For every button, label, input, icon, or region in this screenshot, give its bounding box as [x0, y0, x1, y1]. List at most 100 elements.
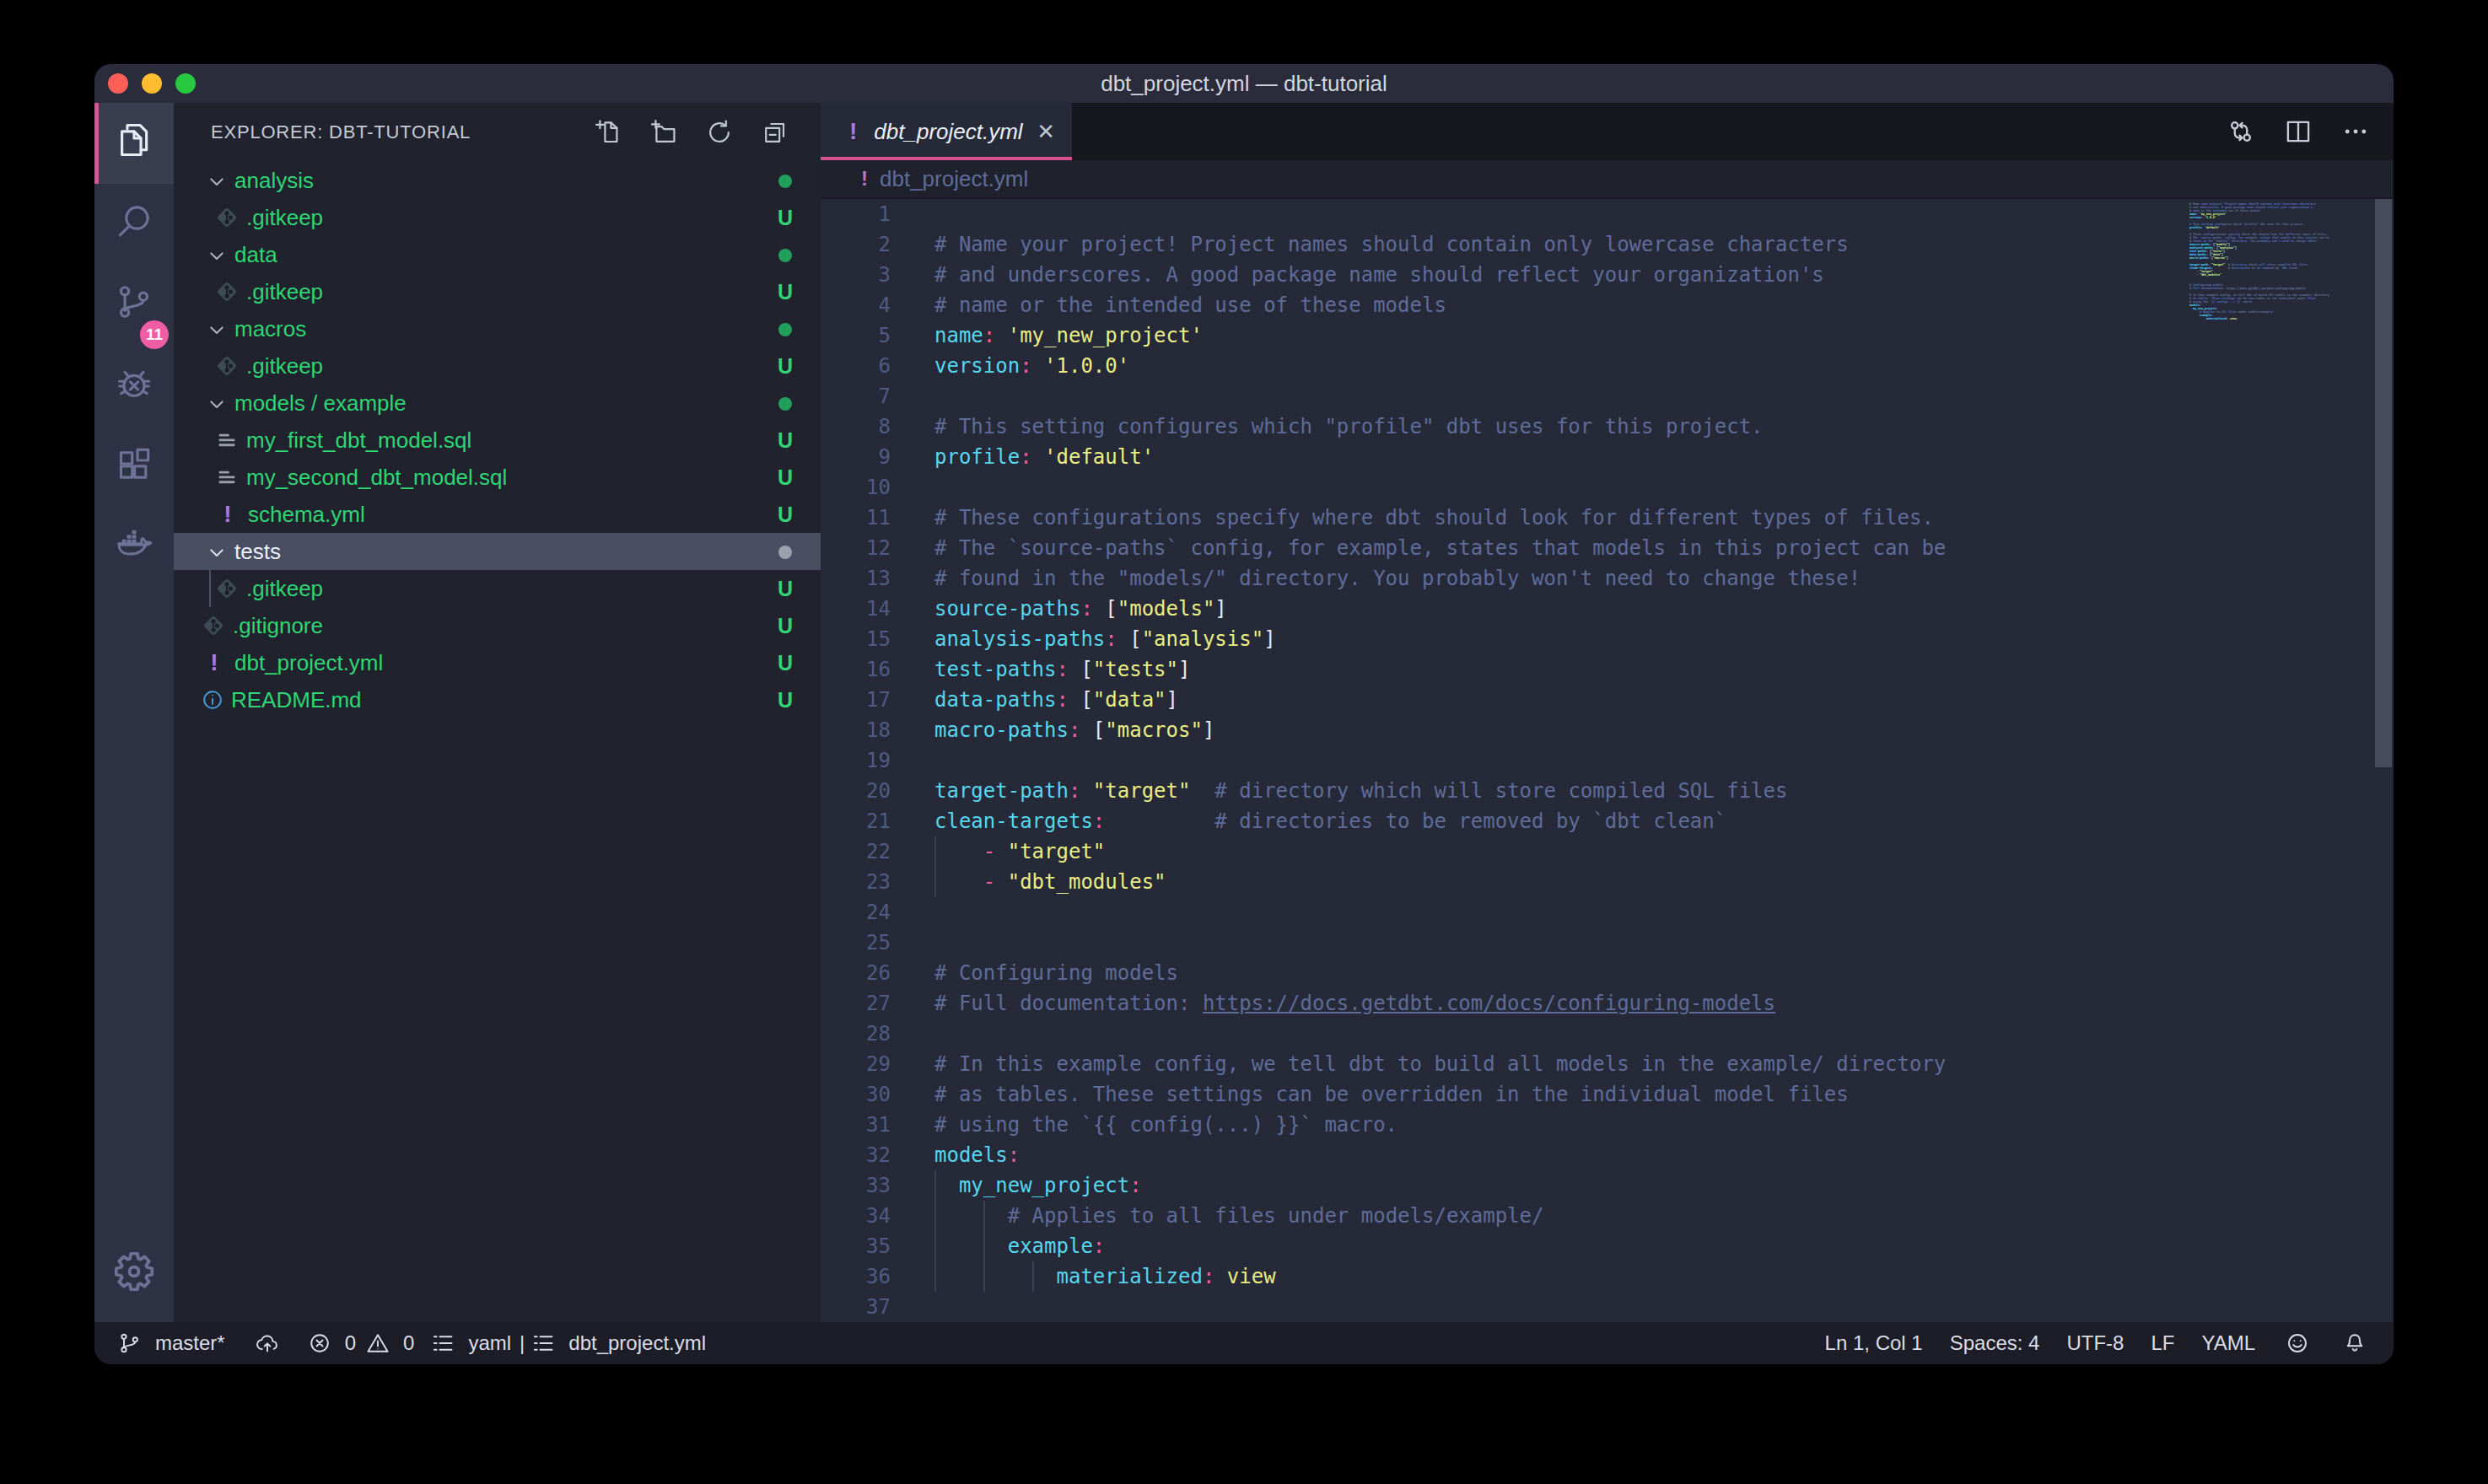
- code-line-20[interactable]: target-path: "target" # directory which …: [934, 776, 1946, 806]
- line-number[interactable]: 19: [821, 745, 891, 776]
- tab-dbt_project.yml[interactable]: ! dbt_project.yml ✕: [821, 103, 1072, 160]
- tree-item-schema.yml[interactable]: !schema.ymlU: [174, 496, 821, 533]
- code-line-16[interactable]: test-paths: ["tests"]: [934, 654, 1946, 685]
- code-line-22[interactable]: - "target": [934, 836, 1946, 867]
- code-line-21[interactable]: clean-targets: # directories to be remov…: [934, 806, 1946, 836]
- code-line-29[interactable]: # In this example config, we tell dbt to…: [934, 1049, 1946, 1079]
- tree-item-analysis[interactable]: analysis: [174, 162, 821, 199]
- code-line-36[interactable]: materialized: view: [934, 1261, 1946, 1292]
- tree-item-dbt_project.yml[interactable]: !dbt_project.ymlU: [174, 644, 821, 681]
- tree-item-.gitkeep[interactable]: .gitkeepU: [174, 347, 821, 384]
- line-number[interactable]: 25: [821, 928, 891, 958]
- code-line-33[interactable]: my_new_project:: [934, 1170, 1946, 1201]
- code-line-8[interactable]: # This setting configures which "profile…: [934, 411, 1946, 442]
- editor[interactable]: 1234567891011121314151617181920212223242…: [821, 199, 2394, 1322]
- status-yaml-schema[interactable]: yaml: [431, 1331, 511, 1355]
- line-number[interactable]: 9: [821, 442, 891, 472]
- code-line-26[interactable]: # Configuring models: [934, 958, 1946, 988]
- code-line-23[interactable]: - "dbt_modules": [934, 867, 1946, 897]
- line-numbers[interactable]: 1234567891011121314151617181920212223242…: [821, 199, 891, 1322]
- activity-bar-item-debug[interactable]: [94, 346, 174, 427]
- code-line-10[interactable]: [934, 472, 1946, 503]
- code-line-11[interactable]: # These configurations specify where dbt…: [934, 503, 1946, 533]
- code-line-15[interactable]: analysis-paths: ["analysis"]: [934, 624, 1946, 654]
- code-line-35[interactable]: example:: [934, 1231, 1946, 1261]
- status-notifications[interactable]: [2343, 1331, 2367, 1355]
- line-number[interactable]: 1: [821, 199, 891, 229]
- status-eol[interactable]: LF: [2151, 1331, 2174, 1355]
- code-line-17[interactable]: data-paths: ["data"]: [934, 685, 1946, 715]
- tree-item-my_second_dbt_model.sql[interactable]: my_second_dbt_model.sqlU: [174, 459, 821, 496]
- line-number[interactable]: 23: [821, 867, 891, 897]
- tree-item-data[interactable]: data: [174, 236, 821, 273]
- code-line-27[interactable]: # Full documentation: https://docs.getdb…: [934, 988, 1946, 1019]
- line-number[interactable]: 11: [821, 503, 891, 533]
- line-number[interactable]: 16: [821, 654, 891, 685]
- line-number[interactable]: 15: [821, 624, 891, 654]
- line-number[interactable]: 28: [821, 1019, 891, 1049]
- activity-bar-item-search[interactable]: [94, 184, 174, 265]
- breadcrumb[interactable]: ! dbt_project.yml: [821, 160, 2394, 199]
- code-line-24[interactable]: [934, 897, 1946, 928]
- code-line-2[interactable]: # Name your project! Project names shoul…: [934, 229, 1946, 260]
- status-git-branch[interactable]: master*: [118, 1331, 225, 1355]
- code-line-13[interactable]: # found in the "models/" directory. You …: [934, 563, 1946, 594]
- line-number[interactable]: 33: [821, 1170, 891, 1201]
- status-sync[interactable]: [256, 1331, 279, 1355]
- tree-item-tests[interactable]: tests: [174, 533, 821, 570]
- status-feedback[interactable]: [2286, 1331, 2309, 1355]
- new-file-button[interactable]: [595, 119, 622, 146]
- tree-item-.gitignore[interactable]: .gitignoreU: [174, 607, 821, 644]
- line-number[interactable]: 27: [821, 988, 891, 1019]
- status-indentation[interactable]: Spaces: 4: [1950, 1331, 2040, 1355]
- code-line-5[interactable]: name: 'my_new_project': [934, 320, 1946, 351]
- more-actions-button[interactable]: [2341, 117, 2370, 146]
- code-line-31[interactable]: # using the `{{ config(...) }}` macro.: [934, 1110, 1946, 1140]
- status-errors[interactable]: 0: [308, 1331, 356, 1355]
- tree-item-.gitkeep[interactable]: .gitkeepU: [174, 199, 821, 236]
- line-number[interactable]: 7: [821, 381, 891, 411]
- line-number[interactable]: 2: [821, 229, 891, 260]
- line-number[interactable]: 24: [821, 897, 891, 928]
- status-yaml-file[interactable]: dbt_project.yml: [531, 1331, 706, 1355]
- code-line-7[interactable]: [934, 381, 1946, 411]
- code-line-34[interactable]: # Applies to all files under models/exam…: [934, 1201, 1946, 1231]
- status-encoding[interactable]: UTF-8: [2066, 1331, 2124, 1355]
- code-content[interactable]: # Name your project! Project names shoul…: [934, 199, 1946, 1322]
- code-line-1[interactable]: [934, 199, 1946, 229]
- tree-item-models-example[interactable]: models / example: [174, 384, 821, 422]
- line-number[interactable]: 21: [821, 806, 891, 836]
- line-number[interactable]: 32: [821, 1140, 891, 1170]
- line-number[interactable]: 6: [821, 351, 891, 381]
- line-number[interactable]: 35: [821, 1231, 891, 1261]
- line-number[interactable]: 10: [821, 472, 891, 503]
- line-number[interactable]: 30: [821, 1079, 891, 1110]
- line-number[interactable]: 29: [821, 1049, 891, 1079]
- open-changes-button[interactable]: [2227, 117, 2255, 146]
- line-number[interactable]: 17: [821, 685, 891, 715]
- activity-bar-item-extensions[interactable]: [94, 427, 174, 508]
- refresh-button[interactable]: [706, 119, 733, 146]
- line-number[interactable]: 31: [821, 1110, 891, 1140]
- collapse-all-button[interactable]: [762, 119, 789, 146]
- split-editor-button[interactable]: [2284, 117, 2313, 146]
- line-number[interactable]: 8: [821, 411, 891, 442]
- line-number[interactable]: 13: [821, 563, 891, 594]
- code-line-12[interactable]: # The `source-paths` config, for example…: [934, 533, 1946, 563]
- new-folder-button[interactable]: [650, 119, 677, 146]
- line-number[interactable]: 5: [821, 320, 891, 351]
- minimap[interactable]: # Name your project! Project names shoul…: [2189, 199, 2368, 1322]
- code-line-32[interactable]: models:: [934, 1140, 1946, 1170]
- close-tab-icon[interactable]: ✕: [1037, 121, 1055, 142]
- tree-item-.gitkeep[interactable]: .gitkeepU: [174, 273, 821, 310]
- code-line-37[interactable]: [934, 1292, 1946, 1322]
- activity-bar-item-source-control[interactable]: 11: [94, 265, 174, 346]
- code-line-18[interactable]: macro-paths: ["macros"]: [934, 715, 1946, 745]
- tree-item-README.md[interactable]: README.mdU: [174, 681, 821, 718]
- status-cursor-position[interactable]: Ln 1, Col 1: [1825, 1331, 1923, 1355]
- line-number[interactable]: 12: [821, 533, 891, 563]
- code-line-9[interactable]: profile: 'default': [934, 442, 1946, 472]
- line-number[interactable]: 34: [821, 1201, 891, 1231]
- activity-bar-item-settings[interactable]: [94, 1234, 174, 1315]
- tree-item-.gitkeep[interactable]: .gitkeepU: [174, 570, 821, 607]
